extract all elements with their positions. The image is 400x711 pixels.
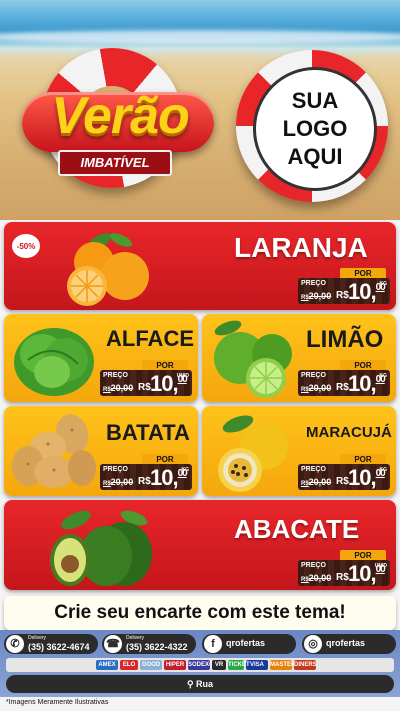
address-text: Rua — [196, 679, 214, 689]
payment-logo: SODEXO — [188, 660, 214, 670]
price-tag: POR PREÇO R$20,00 R$ 10,00 KG — [298, 454, 390, 490]
old-price: R$20,00 — [301, 291, 332, 301]
whatsapp-icon: ✆ — [6, 635, 24, 653]
preco-label: PREÇO — [301, 562, 326, 569]
product-name: ALFACE — [106, 326, 194, 351]
avocado-image — [50, 510, 152, 586]
unit: KG — [379, 373, 388, 379]
cta-banner[interactable]: Crie seu encarte com este tema! — [4, 596, 396, 630]
contact-value: (35) 3622-4322 — [126, 642, 188, 652]
product-name: ABACATE — [234, 514, 360, 544]
beach-header: Verão IMBATÍVEL SUA LOGO AQUI — [0, 0, 400, 220]
instagram-icon: ◎ — [304, 635, 322, 653]
logo-placeholder[interactable]: SUA LOGO AQUI — [253, 67, 377, 191]
unit: UNID — [176, 373, 189, 379]
flyer: Verão IMBATÍVEL SUA LOGO AQUI -50% LARAN… — [0, 0, 400, 711]
payment-logo: GOOD — [140, 660, 162, 670]
product-card-maracuja[interactable]: MARACUJÁ POR PREÇO R$20,00 R$ 10,00 KG — [202, 406, 396, 496]
old-price: R$20,00 — [301, 573, 332, 583]
passion-fruit-image — [218, 415, 288, 492]
disclaimer: *Imagens Meramente Ilustrativas — [6, 699, 109, 706]
currency: R$ — [336, 382, 349, 393]
contact-label: Delivery — [28, 635, 47, 641]
product-card-laranja[interactable]: -50% LARANJA POR PREÇO R$20,00 R$ 10,00 … — [4, 222, 396, 310]
product-card-limao[interactable]: LIMÃO POR PREÇO R$20,00 R$ 10,00 KG — [202, 314, 396, 402]
price-tag: POR PREÇO R$20,00 R$ 10,00 KG — [100, 454, 192, 490]
payment-methods: AMEX ELO GOOD HIPER SODEXO VISA MASTER D… — [6, 658, 394, 672]
lettuce-image — [14, 328, 94, 396]
preco-label: PREÇO — [103, 466, 128, 473]
logo-line-3: AQUI — [287, 144, 343, 169]
phone-icon: ☎ — [104, 635, 122, 653]
product-card-batata[interactable]: BATATA POR PREÇO R$20,00 R$ 10,00 KG — [4, 406, 198, 496]
potato-image — [12, 414, 96, 488]
lime-image — [214, 320, 292, 398]
price-tag: POR PREÇO R$20,00 R$ 10,00 KG — [298, 360, 390, 396]
contact-phone[interactable]: ☎ Delivery (35) 3622-4322 — [102, 634, 196, 654]
address-bar[interactable]: ⚲ Rua — [6, 675, 394, 693]
price-tag: POR PREÇO R$20,00 R$ 10,00 KG — [298, 268, 390, 304]
logo-line-1: SUA — [291, 88, 339, 113]
old-price: R$20,00 — [103, 383, 134, 393]
product-card-abacate[interactable]: ABACATE POR PREÇO R$20,00 R$ 10,00 UNID — [4, 500, 396, 590]
contact-instagram[interactable]: ◎ qrofertas — [302, 634, 396, 654]
product-card-alface[interactable]: ALFACE POR PREÇO R$20,00 R$ 10,00 UNID — [4, 314, 198, 402]
facebook-icon: f — [204, 635, 222, 653]
unit: KG — [379, 467, 388, 473]
discount-badge: -50% — [12, 234, 40, 258]
unit: KG — [379, 281, 388, 287]
location-pin-icon: ⚲ — [186, 679, 194, 689]
payment-logo: HIPER — [164, 660, 186, 670]
payment-logo: MASTER — [270, 660, 296, 670]
product-name: LIMÃO — [306, 326, 384, 353]
currency: R$ — [138, 476, 151, 487]
preco-label: PREÇO — [301, 466, 326, 473]
currency: R$ — [336, 476, 349, 487]
orange-image — [67, 233, 149, 306]
contact-label: Delivery — [126, 635, 145, 641]
currency: R$ — [138, 382, 151, 393]
currency: R$ — [336, 290, 349, 301]
logo-line-2: LOGO — [282, 116, 348, 141]
product-name: MARACUJÁ — [306, 424, 392, 441]
old-price: R$20,00 — [301, 383, 332, 393]
payment-logo: DINERS — [294, 660, 317, 670]
contact-value: (35) 3622-4674 — [28, 642, 90, 652]
payment-logo: ELO — [120, 660, 138, 670]
product-name: LARANJA — [234, 232, 368, 263]
headline: Verão — [51, 87, 190, 145]
old-price: R$20,00 — [301, 477, 332, 487]
contact-value: qrofertas — [326, 638, 366, 648]
unit: UNID — [374, 563, 387, 569]
contact-whatsapp[interactable]: ✆ Delivery (35) 3622-4674 — [4, 634, 98, 654]
currency: R$ — [336, 572, 349, 583]
unit: KG — [181, 467, 190, 473]
contact-value: qrofertas — [226, 638, 266, 648]
payment-logo: VR — [212, 660, 226, 670]
product-name: BATATA — [106, 420, 190, 445]
subheadline: IMBATÍVEL — [58, 150, 172, 176]
preco-label: PREÇO — [103, 372, 128, 379]
price-tag: POR PREÇO R$20,00 R$ 10,00 UNID — [298, 550, 390, 586]
sea-wave — [0, 30, 400, 44]
preco-label: PREÇO — [301, 280, 326, 287]
old-price: R$20,00 — [103, 477, 134, 487]
payment-logo: TICKET — [228, 660, 250, 670]
preco-label: PREÇO — [301, 372, 326, 379]
price-tag: POR PREÇO R$20,00 R$ 10,00 UNID — [100, 360, 192, 396]
payment-logo: AMEX — [96, 660, 118, 670]
contact-facebook[interactable]: f qrofertas — [202, 634, 296, 654]
